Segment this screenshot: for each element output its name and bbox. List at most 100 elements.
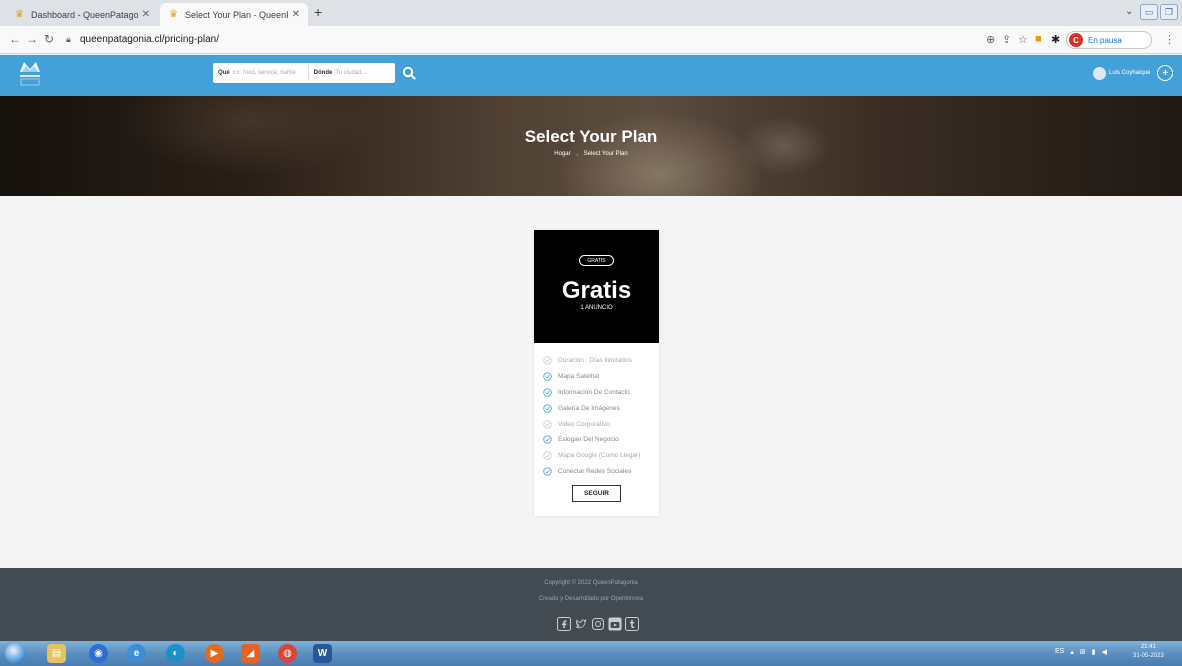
restore-icon[interactable]: ❐ [1160,4,1178,20]
tray-expand-icon[interactable]: ▴ [1070,648,1074,656]
puzzle-extensions-icon[interactable]: ✱ [1051,33,1060,46]
feature-item: Galería De Imágenes [543,400,640,416]
feature-item: Información De Contacto [543,385,640,401]
minimize-icon[interactable]: ▭ [1140,4,1158,20]
zoom-icon[interactable]: ⊕ [986,33,995,46]
breadcrumb: Hogar , Select Your Plan [0,151,1182,157]
where-label: Dónde [313,70,333,76]
check-circle-icon [543,372,552,381]
system-clock[interactable]: 21:41 31-05-2023 [1133,643,1164,661]
footer-credits: Creado y Desarrollado por Openinnova [538,596,644,602]
youtube-icon[interactable] [608,617,622,631]
feature-item: Eslogan Del Negocio [543,432,640,448]
clock-date: 31-05-2023 [1133,653,1164,659]
language-indicator[interactable]: ES [1055,648,1064,656]
pricing-card-header: GRATIS Gratis 1 ANUNCIO [534,230,659,343]
internet-explorer-icon[interactable]: e [127,644,146,663]
search-bar: Qué Ex: food, service, barbe Dónde Tu ci… [213,63,395,83]
plan-badge: GRATIS [579,255,614,266]
page-title: Select Your Plan [524,127,658,146]
check-circle-disabled-icon [543,419,552,429]
tab-dashboard[interactable]: ♛ Dashboard - QueenPatagonia ✕ [6,3,158,26]
profile-status: En pausa [1088,35,1122,45]
browser-tab-bar: ♛ Dashboard - QueenPatagonia ✕ ♛ Select … [0,0,1182,26]
word-app-icon[interactable]: W [313,644,332,663]
back-arrow-icon[interactable]: ← [9,32,21,46]
tab-select-your-plan[interactable]: ♛ Select Your Plan - QueenPatagon ✕ [160,3,308,26]
continue-button[interactable]: SEGUIR [572,485,621,502]
feature-label: Eslogan Del Negocio [558,436,619,444]
breadcrumb-home-link[interactable]: Hogar [554,151,570,157]
feature-label: Mapa Google (Como Llegar) [558,452,641,460]
signal-icon[interactable]: ▮ [1092,648,1096,656]
profile-button[interactable]: C En pausa [1066,31,1152,49]
where-input[interactable]: Tu ciudad... [335,70,366,76]
check-circle-disabled-icon [543,356,552,366]
media-player-icon[interactable]: ▶ [205,644,224,663]
menu-kebab-icon[interactable]: ⋮ [1164,33,1175,46]
lock-icon: 🔒︎ [66,34,71,44]
app-launcher-icon[interactable]: ◢ [241,644,260,663]
start-orb-icon[interactable] [5,643,26,664]
plan-price: Gratis [561,277,632,304]
browser-toolbar: ← → ↻ 🔒︎ queenpatagonia.cl/pricing-plan/… [0,26,1182,54]
profile-avatar: C [1069,33,1083,47]
new-tab-button[interactable]: + [314,4,322,20]
what-input[interactable]: Ex: food, service, barbe [233,70,305,76]
bookmark-star-icon[interactable]: ☆ [1018,33,1028,46]
user-name: Luis Coyhaique [1109,70,1151,76]
feature-label: Mapa Satelital [558,373,600,381]
footer-copyright: Copyright © 2022 QueenPatagonia [544,580,638,586]
forward-arrow-icon[interactable]: → [26,32,38,46]
social-links [557,617,639,631]
tab-title: Dashboard - QueenPatagonia [31,9,138,20]
check-circle-icon [543,467,552,476]
reload-icon[interactable]: ↻ [44,32,54,46]
queen-crown-logo-icon[interactable] [19,58,41,88]
pricing-card: GRATIS Gratis 1 ANUNCIO Duración : Días … [534,230,659,516]
feature-label: Duración : Días ilimitados [558,357,632,365]
share-icon[interactable]: ⇪ [1002,33,1011,46]
crown-favicon-icon: ♛ [15,9,24,20]
system-tray: ES ▴ ⊞ ▮ ◀ [1055,648,1107,656]
close-icon[interactable]: ✕ [142,9,150,20]
add-listing-plus-icon[interactable]: + [1157,65,1174,81]
tab-search-chevron-icon[interactable]: ⌄ [1125,6,1133,17]
feature-label: Información De Contacto [558,388,630,396]
tumblr-icon[interactable] [625,617,639,631]
breadcrumb-separator: , [576,151,578,157]
check-circle-icon [543,388,552,397]
window-controls: ▭ ❐ [1140,3,1178,21]
page-hero: Select Your Plan Hogar , Select Your Pla… [0,96,1182,196]
edge-browser-icon[interactable]: ◐ [166,644,185,663]
breadcrumb-current: Select Your Plan [583,151,628,157]
crown-favicon-icon: ♛ [169,9,178,20]
user-menu[interactable]: Luis Coyhaique + [1093,65,1174,81]
file-explorer-icon[interactable]: ▤ [47,644,66,663]
twitter-icon[interactable] [574,617,588,631]
address-bar[interactable]: queenpatagonia.cl/pricing-plan/ [80,34,219,45]
feature-label: Video Corporativo [558,420,610,428]
vpn-app-icon[interactable]: ◉ [89,644,108,663]
site-header: Qué Ex: food, service, barbe Dónde Tu ci… [0,55,1182,96]
what-label: Qué [218,70,230,76]
clock-time: 21:41 [1140,644,1156,650]
user-avatar [1093,66,1106,80]
feature-item: Mapa Google (Como Llegar) [543,448,640,464]
feature-item: Duración : Días ilimitados [543,353,640,369]
instagram-icon[interactable] [591,617,605,631]
volume-icon[interactable]: ◀ [1102,648,1107,656]
extension-icon[interactable]: ■ [1035,33,1042,45]
close-icon[interactable]: ✕ [292,9,300,20]
check-circle-icon [543,404,552,413]
check-circle-disabled-icon [543,451,552,460]
search-divider [307,66,309,80]
search-icon[interactable] [401,65,417,81]
feature-list: Duración : Días ilimitados Mapa Satelital… [543,353,640,479]
facebook-icon[interactable] [557,617,571,631]
feature-item: Conectar Redes Sociales [543,464,640,480]
network-icon[interactable]: ⊞ [1080,648,1086,656]
chrome-browser-icon[interactable]: ◍ [278,644,297,663]
check-circle-icon [543,435,552,445]
plan-subtitle: 1 ANUNCIO [580,305,613,311]
